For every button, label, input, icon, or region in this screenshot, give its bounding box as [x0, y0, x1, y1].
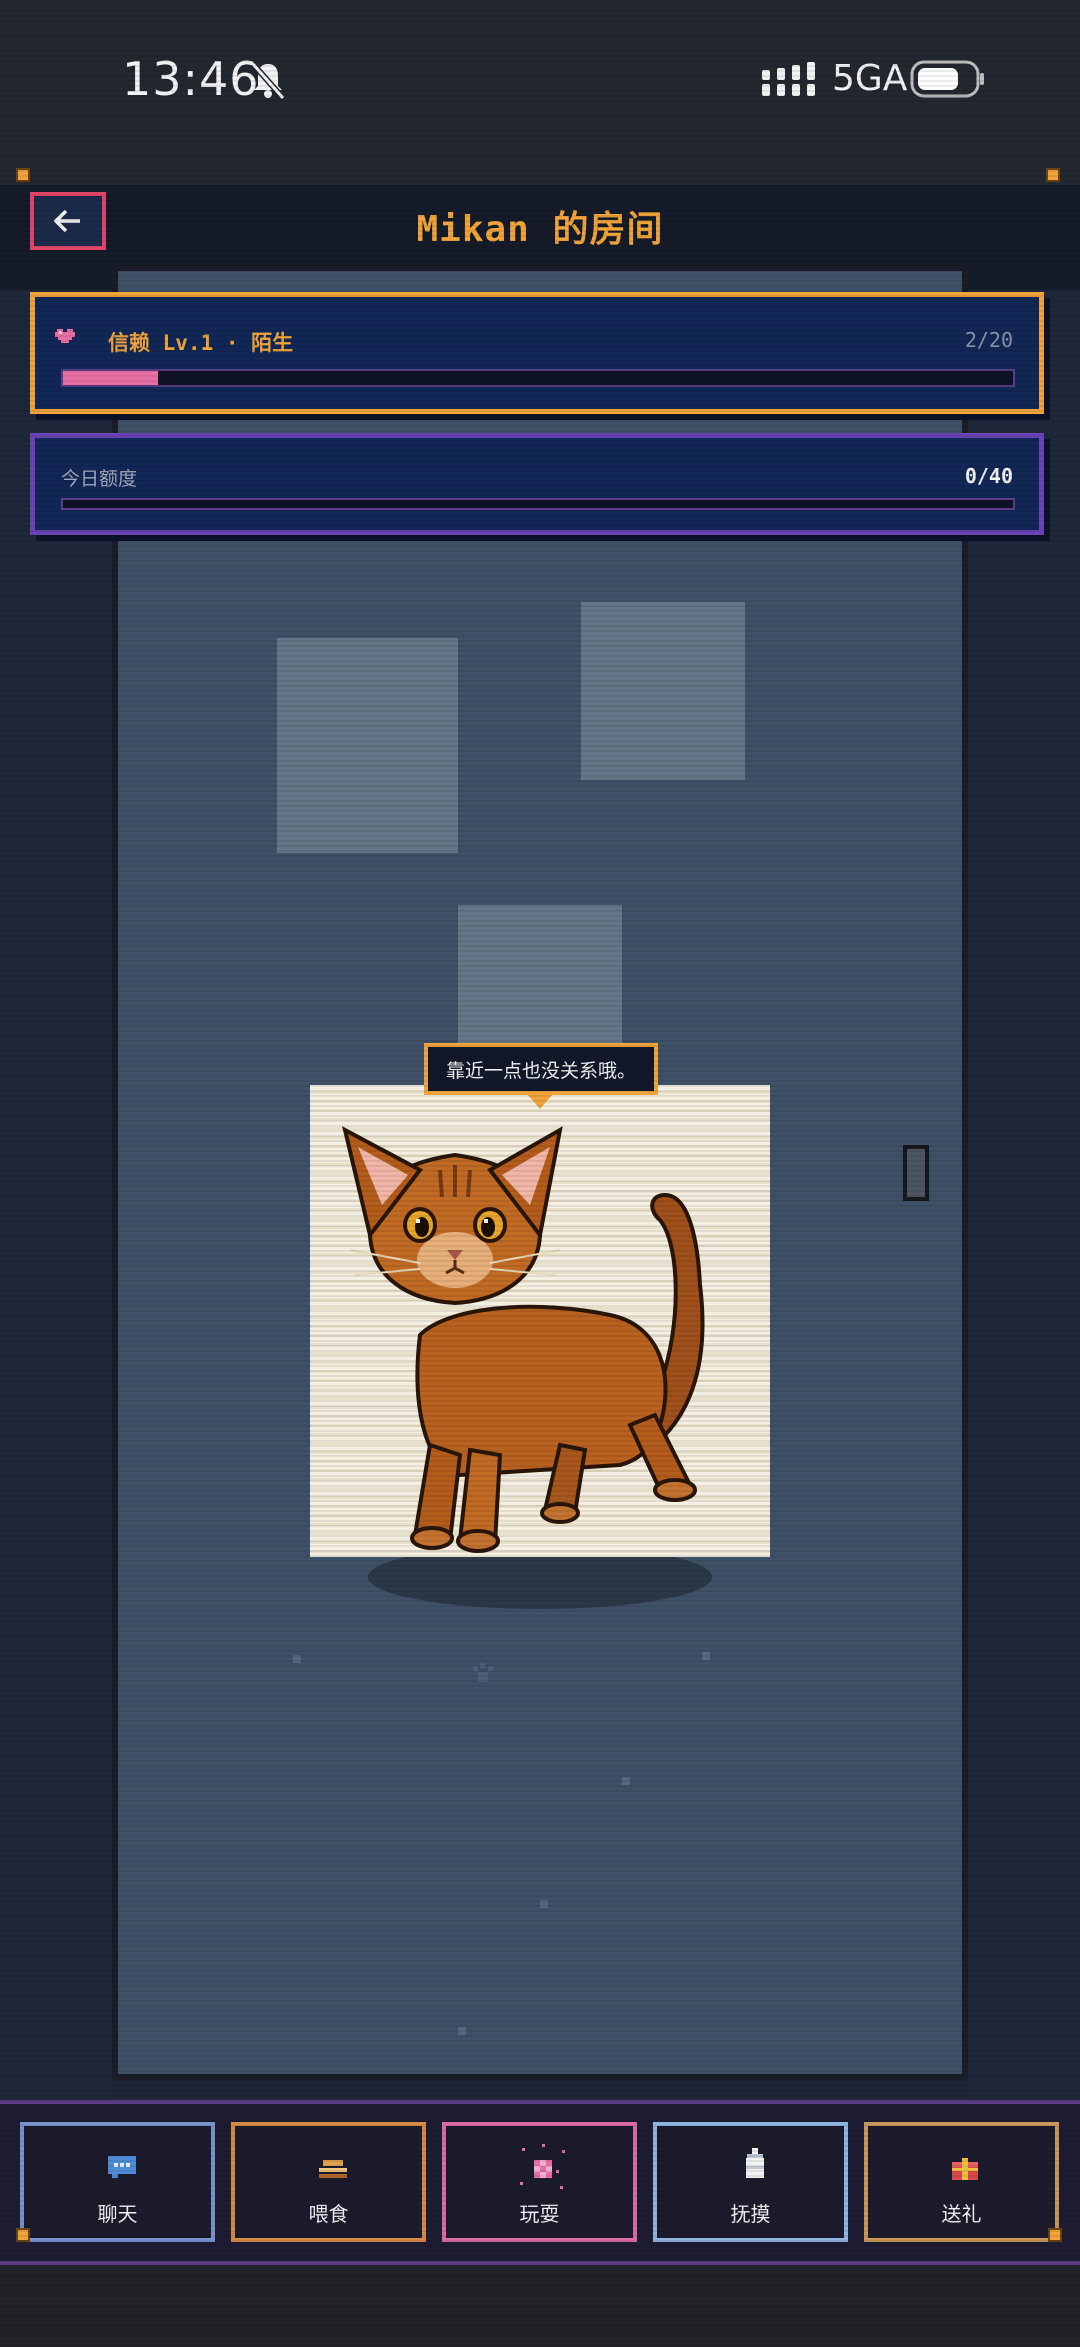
- pet-button[interactable]: 抚摸: [653, 2122, 848, 2242]
- trust-card: 信赖 Lv.1 · 陌生 2/20: [30, 292, 1044, 414]
- chat-button[interactable]: 聊天: [20, 2122, 215, 2242]
- trust-count: 2/20: [964, 328, 1013, 352]
- network-type: 5GA: [832, 58, 908, 99]
- trust-progress-fill: [63, 371, 158, 385]
- quota-label: 今日额度: [61, 468, 138, 490]
- cat-speech-bubble: 靠近一点也没关系哦。: [424, 1043, 658, 1095]
- play-label: 玩耍: [519, 2202, 560, 2226]
- floor-speck: [293, 1655, 301, 1663]
- quota-count: 0/40: [964, 464, 1013, 488]
- floor-speck: [458, 2027, 466, 2035]
- wall-right: [968, 290, 1080, 2100]
- gift-label: 送礼: [941, 2202, 982, 2226]
- trust-progress-bar: [61, 369, 1015, 387]
- status-time: 13:46: [122, 52, 260, 106]
- trust-label: 信赖 Lv.1 · 陌生: [108, 331, 294, 355]
- corner-marker: [1046, 168, 1060, 182]
- chat-label: 聊天: [97, 2202, 138, 2226]
- corner-marker: [16, 2228, 30, 2242]
- food-bowl-icon: [319, 2160, 347, 2178]
- hand-icon: [746, 2148, 764, 2178]
- paw-print-icon: [473, 1663, 493, 1682]
- cat-image: [342, 1126, 705, 1553]
- page-title: Mikan 的房间: [416, 209, 664, 250]
- signal-icon: [762, 62, 815, 96]
- feed-label: 喂食: [308, 2202, 349, 2226]
- pet-label: 抚摸: [730, 2202, 771, 2226]
- gift-icon: [952, 2158, 978, 2180]
- door-handle[interactable]: [903, 1145, 929, 1201]
- cat-sprite[interactable]: [310, 1085, 770, 1557]
- gift-button[interactable]: 送礼: [864, 2122, 1059, 2242]
- corner-marker: [16, 168, 30, 182]
- wall-panel: [277, 638, 458, 853]
- bottom-bar: [0, 2265, 1080, 2347]
- quota-progress-bar: [61, 498, 1015, 510]
- wall-panel: [581, 602, 745, 780]
- floor-speck: [622, 1777, 630, 1785]
- chat-bubble-icon: [108, 2156, 136, 2178]
- bell-muted-icon: [250, 62, 286, 100]
- speech-bubble-tail: [528, 1095, 552, 1109]
- play-button[interactable]: 玩耍: [442, 2122, 637, 2242]
- wall-left: [0, 290, 112, 2100]
- wall-panel: [458, 905, 622, 1065]
- corner-marker: [1048, 2228, 1062, 2242]
- toy-ball-icon: [520, 2144, 565, 2189]
- floor-speck: [540, 1900, 548, 1908]
- pixel-heart-icon: [55, 329, 75, 343]
- floor-speck: [702, 1652, 710, 1660]
- feed-button[interactable]: 喂食: [231, 2122, 426, 2242]
- quota-card: 今日额度 0/40: [30, 433, 1044, 535]
- battery-icon: [910, 60, 984, 98]
